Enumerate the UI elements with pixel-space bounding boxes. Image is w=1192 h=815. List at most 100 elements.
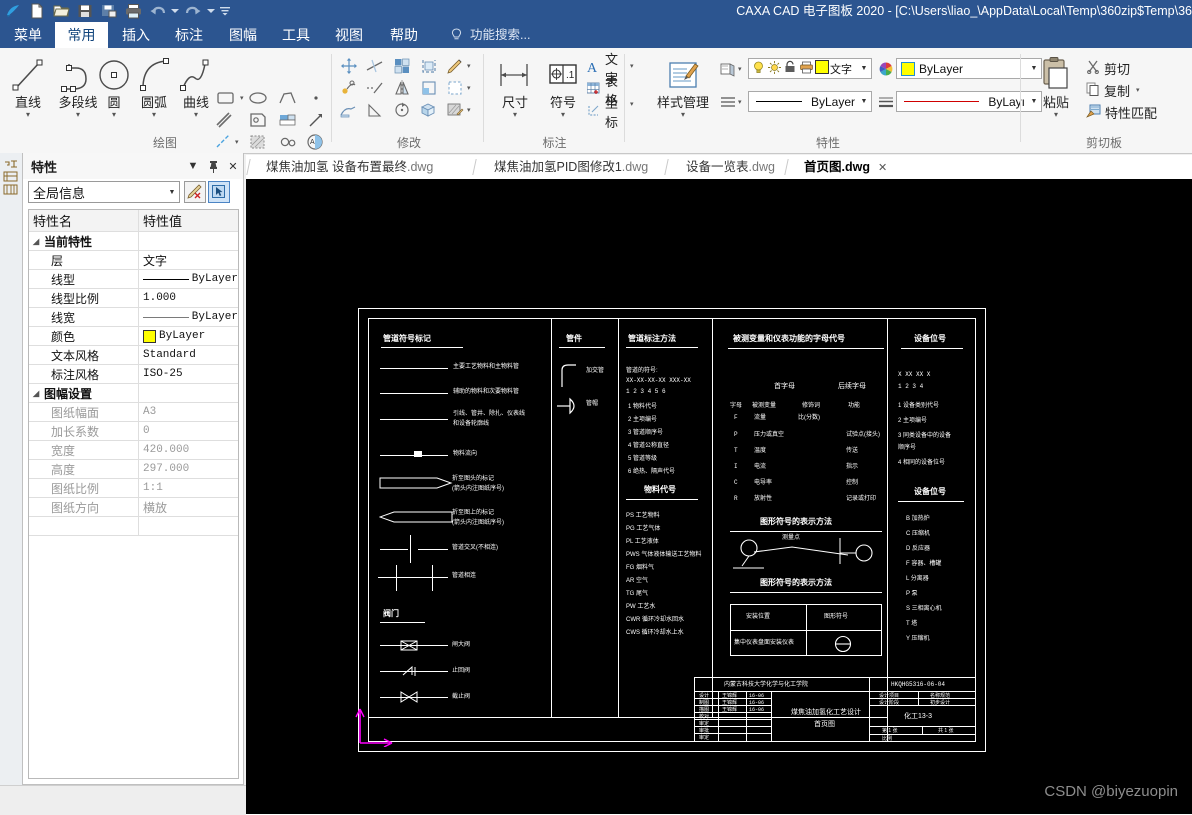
- rotate-copy-icon[interactable]: [339, 78, 359, 98]
- layer-state-caret[interactable]: ▼: [857, 65, 871, 72]
- ribbon-tab-insert[interactable]: 插入: [112, 22, 160, 48]
- doc-tab-0[interactable]: 煤焦油加氢 设备布置最终.dwg: [256, 156, 443, 179]
- drawing-canvas[interactable]: 管道符号标记 主要工艺物料和主物料管 辅助的物料和次要物料管 引线、管井、除扎、…: [246, 179, 1192, 814]
- clear-selection-button[interactable]: [184, 181, 206, 203]
- mirror-icon[interactable]: [392, 78, 412, 98]
- linetype-manager-icon[interactable]: [718, 92, 738, 112]
- explode-icon[interactable]: [419, 100, 439, 120]
- redo-dropdown-icon[interactable]: [206, 1, 216, 21]
- dimension-button[interactable]: 尺寸 ▾: [489, 54, 541, 119]
- stretch-icon[interactable]: [339, 100, 359, 120]
- point-icon[interactable]: [306, 88, 326, 108]
- move-icon[interactable]: [339, 56, 359, 76]
- layer-on-icon[interactable]: [751, 60, 766, 78]
- layer-print-icon[interactable]: [799, 60, 814, 78]
- local-view-icon[interactable]: [248, 110, 268, 130]
- table-row[interactable]: 层 文字: [29, 251, 238, 270]
- symbol-button[interactable]: .1 符号 ▾: [537, 54, 589, 119]
- property-scope-caret[interactable]: ▼: [165, 189, 179, 196]
- ribbon-tab-sheet[interactable]: 图幅: [219, 22, 267, 48]
- paste-button[interactable]: 粘贴 ▾: [1030, 54, 1082, 119]
- paste-caret[interactable]: ▾: [1030, 111, 1082, 119]
- color-wheel-icon[interactable]: [876, 59, 896, 79]
- undo-dropdown-icon[interactable]: [170, 1, 180, 21]
- copy-caret[interactable]: ▾: [1136, 86, 1140, 94]
- layer-text-icon[interactable]: 文字: [830, 61, 852, 77]
- doc-tab-2[interactable]: 设备一览表.dwg: [676, 156, 785, 179]
- doc-tab-close-icon[interactable]: ✕: [878, 162, 887, 174]
- linetype-manager-caret[interactable]: ▾: [738, 98, 742, 106]
- property-section-current[interactable]: ◢ 当前特性: [29, 232, 238, 251]
- linetype-combo[interactable]: ByLayer ▼: [748, 91, 872, 112]
- open-file-icon[interactable]: [50, 1, 72, 21]
- coordinate-button[interactable]: 坐标: [587, 96, 622, 130]
- rectangle-icon[interactable]: [216, 88, 236, 108]
- modify-caret-1[interactable]: ▾: [467, 62, 471, 70]
- trim-icon[interactable]: [365, 56, 385, 76]
- cut-button[interactable]: 剪切: [1086, 58, 1130, 78]
- layer-manager-caret[interactable]: ▾: [738, 65, 742, 73]
- properties-caret-1[interactable]: ▾: [630, 62, 634, 70]
- save-as-icon[interactable]: [98, 1, 120, 21]
- ribbon-tab-menu[interactable]: 菜单: [4, 22, 52, 48]
- polygon-icon[interactable]: [278, 88, 298, 108]
- modify-caret-3[interactable]: ▾: [467, 106, 471, 114]
- pick-selection-button[interactable]: [208, 181, 230, 203]
- table-row[interactable]: 线型 ByLayer: [29, 270, 238, 289]
- app-logo-icon[interactable]: [2, 1, 24, 21]
- rotate-icon[interactable]: [392, 100, 412, 120]
- chamfer-pencil-icon[interactable]: [445, 56, 465, 76]
- section-expand-icon[interactable]: ◢: [33, 389, 41, 398]
- construction-line-icon[interactable]: [214, 110, 234, 130]
- feature-search[interactable]: 功能搜索...: [450, 22, 530, 48]
- layer-freeze-icon[interactable]: [767, 60, 782, 78]
- extend-icon[interactable]: [365, 78, 385, 98]
- linetype-combo-caret[interactable]: ▼: [857, 98, 871, 105]
- ribbon-tab-common[interactable]: 常用: [55, 22, 108, 48]
- panel-dropdown-icon[interactable]: ▼: [183, 156, 203, 176]
- doc-tab-3[interactable]: 首页图.dwg ✕: [794, 156, 897, 179]
- ribbon-tab-view[interactable]: 视图: [325, 22, 373, 48]
- arrow-icon[interactable]: [306, 110, 326, 130]
- customize-qat-icon[interactable]: [218, 1, 232, 21]
- property-scope-combo[interactable]: 全局信息 ▼: [28, 181, 180, 203]
- section-expand-icon[interactable]: ◢: [33, 237, 41, 246]
- array-icon[interactable]: [392, 56, 412, 76]
- copy-shape-icon[interactable]: [419, 56, 439, 76]
- panel-close-icon[interactable]: ✕: [223, 156, 243, 176]
- match-properties-button[interactable]: 特性匹配: [1086, 102, 1157, 122]
- draw-spline-button[interactable]: 曲线 ▾: [170, 54, 222, 119]
- block-icon[interactable]: [278, 110, 298, 130]
- draw-line-button[interactable]: 直线 ▾: [2, 54, 54, 119]
- break-icon[interactable]: [365, 100, 385, 120]
- scale-frame-icon[interactable]: [445, 78, 465, 98]
- table-row[interactable]: 标注风格 ISO-25: [29, 365, 238, 384]
- style-manager-button[interactable]: 样式管理 ▾: [648, 54, 718, 119]
- style-manager-caret[interactable]: ▾: [648, 111, 718, 119]
- copy-button[interactable]: 复制 ▾: [1086, 80, 1140, 100]
- property-section-sheet[interactable]: ◢ 图幅设置: [29, 384, 238, 403]
- table-row[interactable]: 颜色 ByLayer: [29, 327, 238, 346]
- ribbon-tab-annotate[interactable]: 标注: [165, 22, 213, 48]
- dimension-caret[interactable]: ▾: [489, 111, 541, 119]
- undo-icon[interactable]: [146, 1, 168, 21]
- doc-tab-1[interactable]: 煤焦油加氢PID图修改1.dwg: [484, 156, 658, 179]
- panel-pin-icon[interactable]: [203, 156, 223, 176]
- layer-lock-icon[interactable]: [783, 60, 798, 78]
- rectangle-caret[interactable]: ▾: [240, 94, 244, 102]
- save-icon[interactable]: [74, 1, 96, 21]
- corner-icon[interactable]: [419, 78, 439, 98]
- print-icon[interactable]: [122, 1, 144, 21]
- redo-icon[interactable]: [182, 1, 204, 21]
- new-file-icon[interactable]: [26, 1, 48, 21]
- table-row[interactable]: 线型比例 1.000: [29, 289, 238, 308]
- properties-caret-2[interactable]: ▾: [630, 100, 634, 108]
- sheet-manager-vertical-tab[interactable]: [2, 159, 20, 217]
- modify-caret-2[interactable]: ▾: [467, 84, 471, 92]
- lineweight-manager-icon[interactable]: [876, 92, 896, 112]
- draw-line-caret[interactable]: ▾: [2, 111, 54, 119]
- ellipse-icon[interactable]: [248, 88, 268, 108]
- edit-hatch-icon[interactable]: [445, 100, 465, 120]
- ribbon-tab-tools[interactable]: 工具: [272, 22, 320, 48]
- ribbon-tab-help[interactable]: 帮助: [380, 22, 428, 48]
